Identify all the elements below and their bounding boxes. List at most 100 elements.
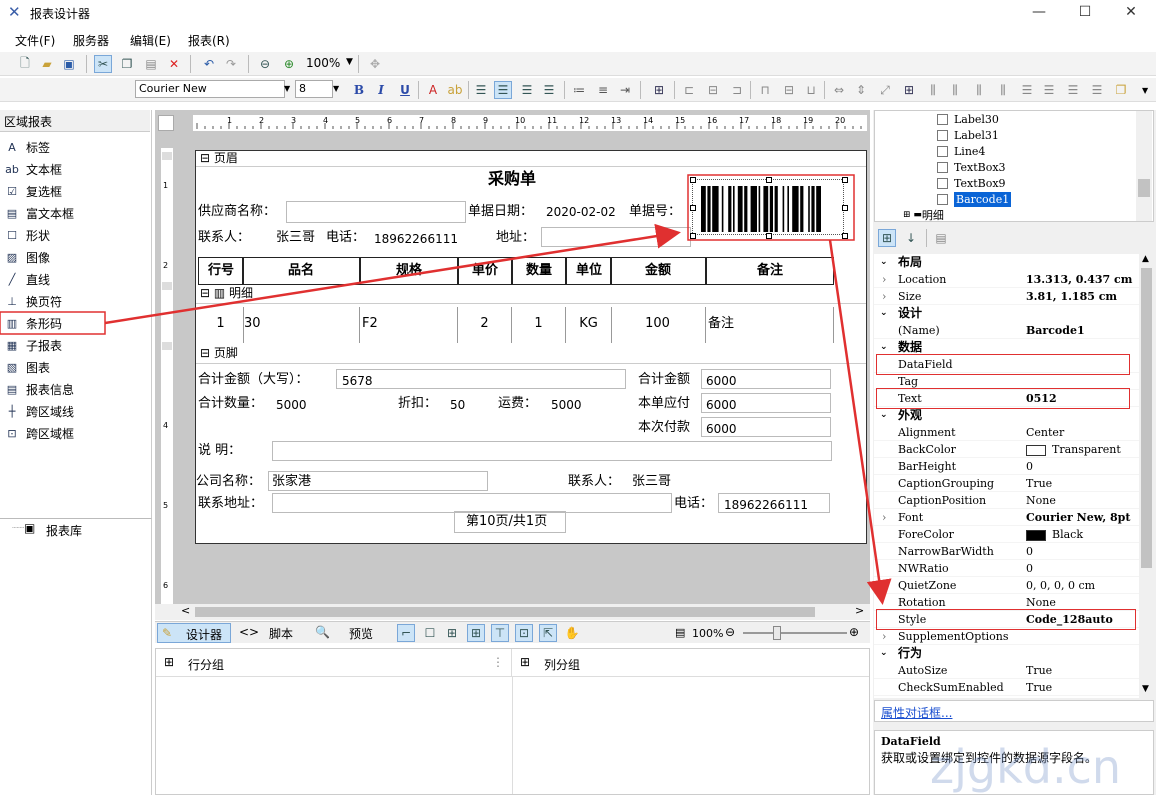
ruler-toggle-icon[interactable]: ⌐ [397, 624, 415, 642]
font-combo[interactable]: Courier New [135, 80, 285, 98]
collapse-icon[interactable]: ⌄ [880, 254, 888, 271]
freight-value[interactable]: 5000 [551, 396, 582, 414]
property-value[interactable]: Transparent [1026, 441, 1121, 458]
toolbox-item[interactable]: A 标签 [4, 136, 149, 158]
property-value[interactable]: None [1026, 492, 1056, 509]
numbering-icon[interactable]: ≡ [594, 81, 612, 99]
supplier-field[interactable] [286, 201, 466, 223]
tree-node[interactable]: Line4 [937, 143, 985, 159]
new-icon[interactable]: 🗋 [16, 55, 34, 73]
report-page[interactable]: ⊟ 页眉 采购单 供应商名称： 单据日期： 2020-02-02 单据号： 联系… [195, 150, 867, 544]
detail-cell[interactable]: 2 [458, 307, 512, 343]
indent-icon[interactable]: ⇥ [616, 81, 634, 99]
grid-align-icon[interactable]: ⊞ [650, 81, 668, 99]
grid-snap-icon[interactable]: ⊞ [467, 624, 485, 642]
contact-label[interactable]: 联系人： [198, 229, 250, 247]
doc-date-label[interactable]: 单据日期： [468, 203, 533, 221]
grid-icon[interactable]: ⊞ [443, 624, 461, 642]
resize-handle[interactable] [690, 233, 696, 239]
scroll-up-icon[interactable]: ▲ [1142, 254, 1149, 264]
property-dialog-link[interactable]: 属性对话框... [874, 700, 1154, 722]
chevron-down-icon[interactable]: ▼ [1142, 86, 1148, 95]
total-qty-label[interactable]: 合计数量： [198, 395, 263, 413]
delete-icon[interactable]: ✕ [165, 55, 183, 73]
open-icon[interactable]: ▰ [38, 55, 56, 73]
align-centers-icon[interactable]: ⊟ [704, 81, 722, 99]
band-header[interactable]: ⊟ 页眉 [196, 151, 866, 167]
tree-node[interactable]: TextBox9 [937, 175, 1006, 191]
chevron-down-icon[interactable]: ▼ [284, 84, 290, 93]
underline-icon[interactable]: U [396, 81, 414, 99]
zoom-minus-icon[interactable]: ⊖ [725, 625, 735, 639]
phone2-label[interactable]: 电话： [674, 495, 713, 513]
property-row[interactable]: BackColor Transparent [874, 441, 1139, 458]
vspace-inc-icon[interactable]: ☰ [1040, 81, 1058, 99]
toolbox-item[interactable]: ▨ 图像 [4, 246, 149, 268]
property-value[interactable]: 0 [1026, 458, 1033, 475]
column-header[interactable]: 规格 [360, 257, 458, 285]
alphabetical-icon[interactable]: ↓ [902, 229, 920, 247]
tree-node[interactable]: Label30 [937, 111, 999, 127]
contact-value[interactable]: 张三哥 [276, 229, 315, 247]
property-value[interactable]: 0 [1026, 543, 1033, 560]
expand-icon[interactable]: › [882, 271, 886, 288]
tree-node[interactable]: Barcode1 [937, 191, 1012, 207]
detail-cell[interactable]: F2 [360, 307, 458, 343]
splitter-icon[interactable]: ⋮ [492, 655, 504, 669]
toolbox-item[interactable]: ▤ 富文本框 [4, 202, 149, 224]
toolbox-item[interactable]: ▦ 子报表 [4, 334, 149, 356]
hspace-dec-icon[interactable]: ⫼ [970, 81, 988, 99]
align-left-icon[interactable]: ☰ [472, 81, 490, 99]
property-value[interactable]: 13.313, 0.437 cm [1026, 271, 1132, 288]
expand-icon[interactable]: › [882, 509, 886, 526]
toolbox-item[interactable]: ☐ 形状 [4, 224, 149, 246]
phone2-field[interactable] [718, 493, 830, 513]
detail-cell[interactable]: 备注 [706, 307, 834, 343]
phone-label[interactable]: 电话： [326, 229, 365, 247]
expand-icon[interactable]: › [882, 628, 886, 645]
address-field[interactable] [541, 227, 691, 247]
column-header[interactable]: 备注 [706, 257, 834, 285]
zoom-slider[interactable] [743, 632, 847, 634]
barcode-control[interactable] [692, 179, 844, 235]
zoom-in-icon[interactable]: ⊕ [280, 55, 298, 73]
total-amount-field[interactable] [701, 369, 831, 389]
toolbox-item[interactable]: ☑ 复选框 [4, 180, 149, 202]
resize-handle[interactable] [842, 233, 848, 239]
align-bottoms-icon[interactable]: ⊔ [802, 81, 820, 99]
size-to-grid-icon[interactable]: ⊞ [900, 81, 918, 99]
tree-scroll-thumb[interactable] [1138, 179, 1150, 197]
property-pages-icon[interactable]: ▤ [932, 229, 950, 247]
property-value[interactable]: Center [1026, 424, 1064, 441]
property-category[interactable]: ⌄ 外观 [874, 407, 1139, 424]
tree-node[interactable]: ⊞ ▬ 明细 [903, 207, 944, 223]
bullets-icon[interactable]: ≔ [570, 81, 588, 99]
vspace-dec-icon[interactable]: ☰ [1064, 81, 1082, 99]
justify-icon[interactable]: ☰ [540, 81, 558, 99]
vspace-remove-icon[interactable]: ☰ [1088, 81, 1106, 99]
page-number-field[interactable] [454, 511, 566, 533]
property-value[interactable]: Barcode1 [1026, 322, 1085, 339]
paid-label[interactable]: 本次付款 [638, 419, 690, 437]
resize-handle[interactable] [690, 205, 696, 211]
toolbox-item[interactable]: ▥ 条形码 [4, 312, 149, 334]
report-title[interactable]: 采购单 [488, 168, 536, 190]
company-addr-label[interactable]: 联系地址： [198, 495, 263, 513]
same-size-icon[interactable]: ⤢ [876, 81, 894, 99]
tab-preview[interactable]: 预览 [349, 625, 373, 642]
categorized-icon[interactable]: ⊞ [878, 229, 896, 247]
detail-cell[interactable]: 30 [242, 307, 360, 343]
property-row[interactable]: NarrowBarWidth 0 [874, 543, 1139, 560]
pointer-icon[interactable]: ⇱ [539, 624, 557, 642]
resize-handle[interactable] [690, 177, 696, 183]
property-row[interactable]: › Font Courier New, 8pt [874, 509, 1139, 526]
property-value[interactable]: True [1026, 475, 1052, 492]
maximize-button[interactable]: ☐ [1062, 2, 1108, 24]
move-icon[interactable]: ✥ [366, 55, 384, 73]
menu-report[interactable]: 报表(R) [188, 32, 230, 49]
property-row[interactable]: CaptionGrouping True [874, 475, 1139, 492]
chevron-down-icon[interactable]: ▼ [333, 84, 339, 93]
minimize-button[interactable]: — [1016, 2, 1062, 24]
address-label[interactable]: 地址： [496, 229, 535, 247]
total-qty-value[interactable]: 5000 [276, 396, 307, 414]
